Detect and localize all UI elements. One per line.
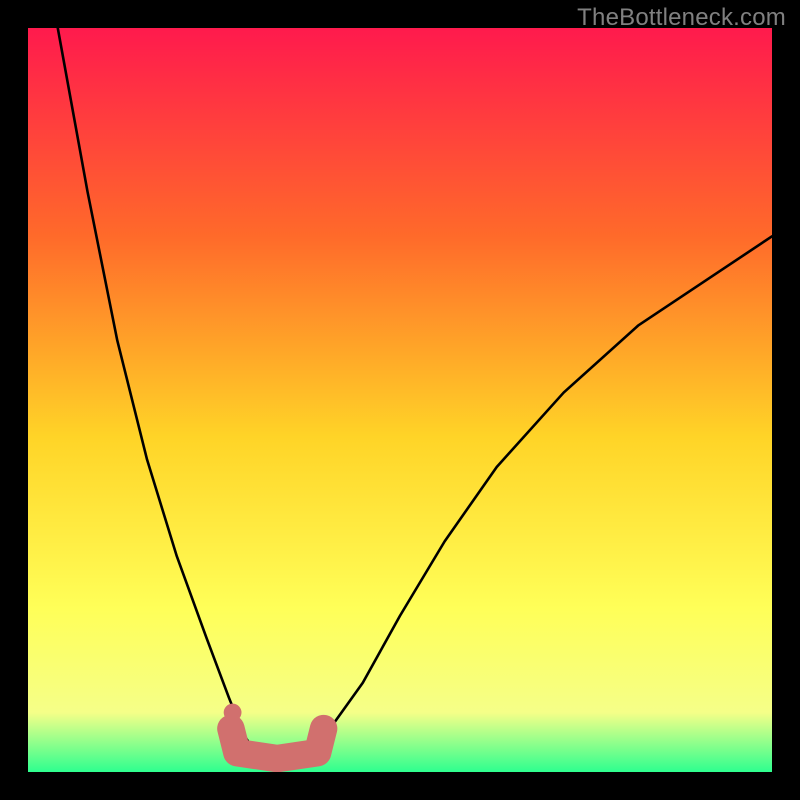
watermark-text: TheBottleneck.com <box>577 4 786 32</box>
marker-dot <box>224 704 242 722</box>
plot-area <box>28 28 772 772</box>
plot-svg <box>28 28 772 772</box>
chart-frame: TheBottleneck.com <box>0 0 800 800</box>
gradient-background <box>28 28 772 772</box>
